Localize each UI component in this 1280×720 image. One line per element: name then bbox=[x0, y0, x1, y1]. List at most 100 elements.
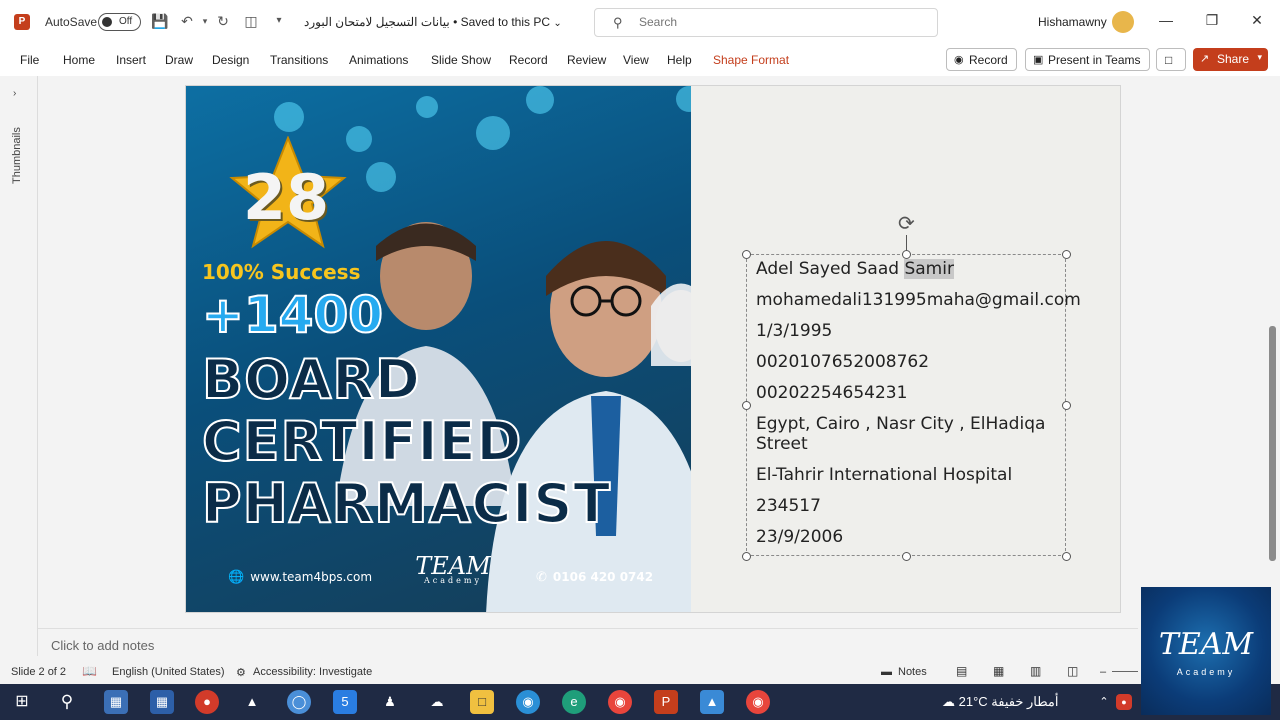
resize-handle-top-left[interactable] bbox=[742, 250, 751, 259]
user-name[interactable]: Hishamawny bbox=[1038, 15, 1107, 29]
ribbon-tabs: File Home Insert Draw Design Transitions… bbox=[0, 44, 1280, 76]
vertical-scrollbar[interactable] bbox=[1264, 76, 1280, 606]
thumbnails-label[interactable]: Thumbnails bbox=[11, 114, 23, 184]
tab-design[interactable]: Design bbox=[212, 53, 249, 67]
weather-widget[interactable]: ☁ 21°C أمطار خفيفة bbox=[942, 694, 1058, 710]
tab-record[interactable]: Record bbox=[509, 53, 548, 67]
record-app-icon[interactable]: ● bbox=[195, 690, 219, 714]
accessibility-status[interactable]: Accessibility: Investigate bbox=[253, 666, 372, 678]
tray-app-icon[interactable]: ● bbox=[1116, 694, 1132, 710]
redo-icon[interactable]: ↻ bbox=[214, 12, 232, 30]
document-title[interactable]: بيانات التسجيل لامتحان البورد • Saved to… bbox=[304, 15, 562, 29]
normal-view-icon[interactable]: ▤ bbox=[956, 664, 967, 678]
record-button[interactable]: ◉ Record bbox=[946, 48, 1017, 71]
notes-icon[interactable]: ▬ bbox=[881, 666, 892, 678]
cloud-app-icon[interactable]: ☁ bbox=[425, 690, 449, 714]
close-icon[interactable]: ✕ bbox=[1247, 12, 1267, 29]
textbox-line-phone-2[interactable]: 00202254654231 bbox=[756, 383, 907, 403]
accessibility-icon[interactable]: ⚙ bbox=[236, 666, 246, 679]
undo-icon[interactable]: ↶ bbox=[178, 12, 196, 30]
selected-text-box[interactable]: ⟳ Adel Sayed Saad Samir mohamedali131995… bbox=[742, 213, 1081, 561]
tab-shape-format[interactable]: Shape Format bbox=[713, 53, 789, 67]
chart-app-icon[interactable]: ▲ bbox=[240, 690, 264, 714]
network-app-icon[interactable]: ◯ bbox=[287, 690, 311, 714]
edge-browser-icon[interactable]: e bbox=[562, 690, 586, 714]
tab-slide-show[interactable]: Slide Show bbox=[431, 53, 491, 67]
windows-start-icon[interactable]: ⊞ bbox=[10, 690, 34, 714]
resize-handle-top-right[interactable] bbox=[1062, 250, 1071, 259]
notes-placeholder[interactable]: Click to add notes bbox=[51, 638, 154, 653]
textbox-line-address-cont[interactable]: Street bbox=[756, 434, 808, 454]
textbox-line-email[interactable]: mohamedali131995maha@gmail.com bbox=[756, 290, 1081, 310]
language-indicator[interactable]: English (United States) bbox=[112, 666, 225, 678]
tab-review[interactable]: Review bbox=[567, 53, 606, 67]
resize-handle-bottom-right[interactable] bbox=[1062, 552, 1071, 561]
tab-transitions[interactable]: Transitions bbox=[270, 53, 328, 67]
textbox-line-date[interactable]: 23/9/2006 bbox=[756, 527, 843, 547]
textbox-line-address[interactable]: Egypt, Cairo , Nasr City , ElHadiqa bbox=[756, 414, 1045, 434]
tab-file[interactable]: File bbox=[20, 53, 39, 67]
textbox-line-phone-1[interactable]: 0020107652008762 bbox=[756, 352, 929, 372]
minimize-icon[interactable]: — bbox=[1156, 12, 1176, 28]
tab-help[interactable]: Help bbox=[667, 53, 692, 67]
spelling-icon[interactable]: 📖 bbox=[82, 664, 97, 678]
resize-handle-left[interactable] bbox=[742, 401, 751, 410]
weather-text: أمطار خفيفة bbox=[991, 694, 1059, 709]
present-in-teams-button[interactable]: ▣ Present in Teams bbox=[1025, 48, 1150, 71]
tray-chevron-icon[interactable]: ⌃ bbox=[1092, 690, 1116, 714]
search-box[interactable]: ⚲ bbox=[594, 8, 938, 37]
textbox-line-birthdate[interactable]: 1/3/1995 bbox=[756, 321, 832, 341]
image-app-icon[interactable]: ▲ bbox=[700, 690, 724, 714]
slideshow-view-icon[interactable]: ◫ bbox=[1067, 664, 1078, 678]
photos-app-icon[interactable]: ◉ bbox=[516, 690, 540, 714]
slide-canvas[interactable]: 28 100% Success +1400 BOARD CERTIFIED PH… bbox=[185, 85, 1121, 613]
chrome-profile-icon[interactable]: ◉ bbox=[746, 690, 770, 714]
file-explorer-icon[interactable]: □ bbox=[470, 690, 494, 714]
tab-animations[interactable]: Animations bbox=[349, 53, 408, 67]
chevron-down-icon: ▾ bbox=[1257, 52, 1262, 62]
tab-draw[interactable]: Draw bbox=[165, 53, 193, 67]
resize-handle-top[interactable] bbox=[902, 250, 911, 259]
present-icon[interactable]: ◫ bbox=[242, 12, 260, 30]
undo-dropdown-icon[interactable]: ▾ bbox=[196, 12, 214, 30]
reading-view-icon[interactable]: ▥ bbox=[1030, 664, 1041, 678]
zoom-out-icon[interactable]: – bbox=[1100, 666, 1106, 678]
rotate-handle-icon[interactable]: ⟳ bbox=[898, 211, 915, 236]
resize-handle-right[interactable] bbox=[1062, 401, 1071, 410]
search-icon[interactable]: ⚲ bbox=[55, 690, 79, 714]
calculator-icon[interactable]: ▦ bbox=[104, 690, 128, 714]
autosave-toggle[interactable]: Off bbox=[98, 13, 141, 31]
comments-button[interactable]: □ bbox=[1156, 48, 1186, 71]
selected-text[interactable]: Samir bbox=[904, 259, 954, 279]
textbox-line-hospital[interactable]: El-Tahrir International Hospital bbox=[756, 465, 1012, 485]
restore-icon[interactable]: ❐ bbox=[1202, 12, 1222, 29]
tab-insert[interactable]: Insert bbox=[116, 53, 146, 67]
notes-pane[interactable]: Click to add notes bbox=[38, 628, 1138, 658]
textbox-line-code[interactable]: 234517 bbox=[756, 496, 821, 516]
zoom-slider[interactable] bbox=[1112, 671, 1138, 672]
avatar[interactable] bbox=[1112, 11, 1134, 33]
resize-handle-bottom[interactable] bbox=[902, 552, 911, 561]
headline-line-1: BOARD bbox=[201, 347, 421, 412]
globe-icon: 🌐 bbox=[228, 570, 245, 585]
search-input[interactable] bbox=[639, 15, 919, 29]
share-button[interactable]: ↗ Share ▾ bbox=[1193, 48, 1268, 71]
person-app-icon[interactable]: ♟ bbox=[378, 690, 402, 714]
save-icon[interactable]: 💾 bbox=[151, 12, 169, 30]
chrome-browser-icon[interactable]: ◉ bbox=[608, 690, 632, 714]
expand-thumbnails-icon[interactable]: › bbox=[13, 88, 16, 99]
customize-toolbar-icon[interactable]: ▾ bbox=[270, 12, 288, 30]
powerpoint-taskbar-icon[interactable]: P bbox=[654, 690, 678, 714]
textbox-line-name[interactable]: Adel Sayed Saad Samir bbox=[756, 259, 954, 279]
notes-toggle[interactable]: Notes bbox=[898, 666, 927, 678]
team-academy-logo: TEAM Academy bbox=[408, 552, 498, 602]
app-5-icon[interactable]: 5 bbox=[333, 690, 357, 714]
tab-home[interactable]: Home bbox=[63, 53, 95, 67]
apps-grid-icon[interactable]: ▦ bbox=[150, 690, 174, 714]
present-in-teams-label: Present in Teams bbox=[1048, 53, 1141, 67]
tab-view[interactable]: View bbox=[623, 53, 649, 67]
scrollbar-thumb[interactable] bbox=[1269, 326, 1276, 561]
headline-line-2: CERTIFIED bbox=[201, 409, 523, 474]
slide-sorter-icon[interactable]: ▦ bbox=[993, 664, 1004, 678]
resize-handle-bottom-left[interactable] bbox=[742, 552, 751, 561]
